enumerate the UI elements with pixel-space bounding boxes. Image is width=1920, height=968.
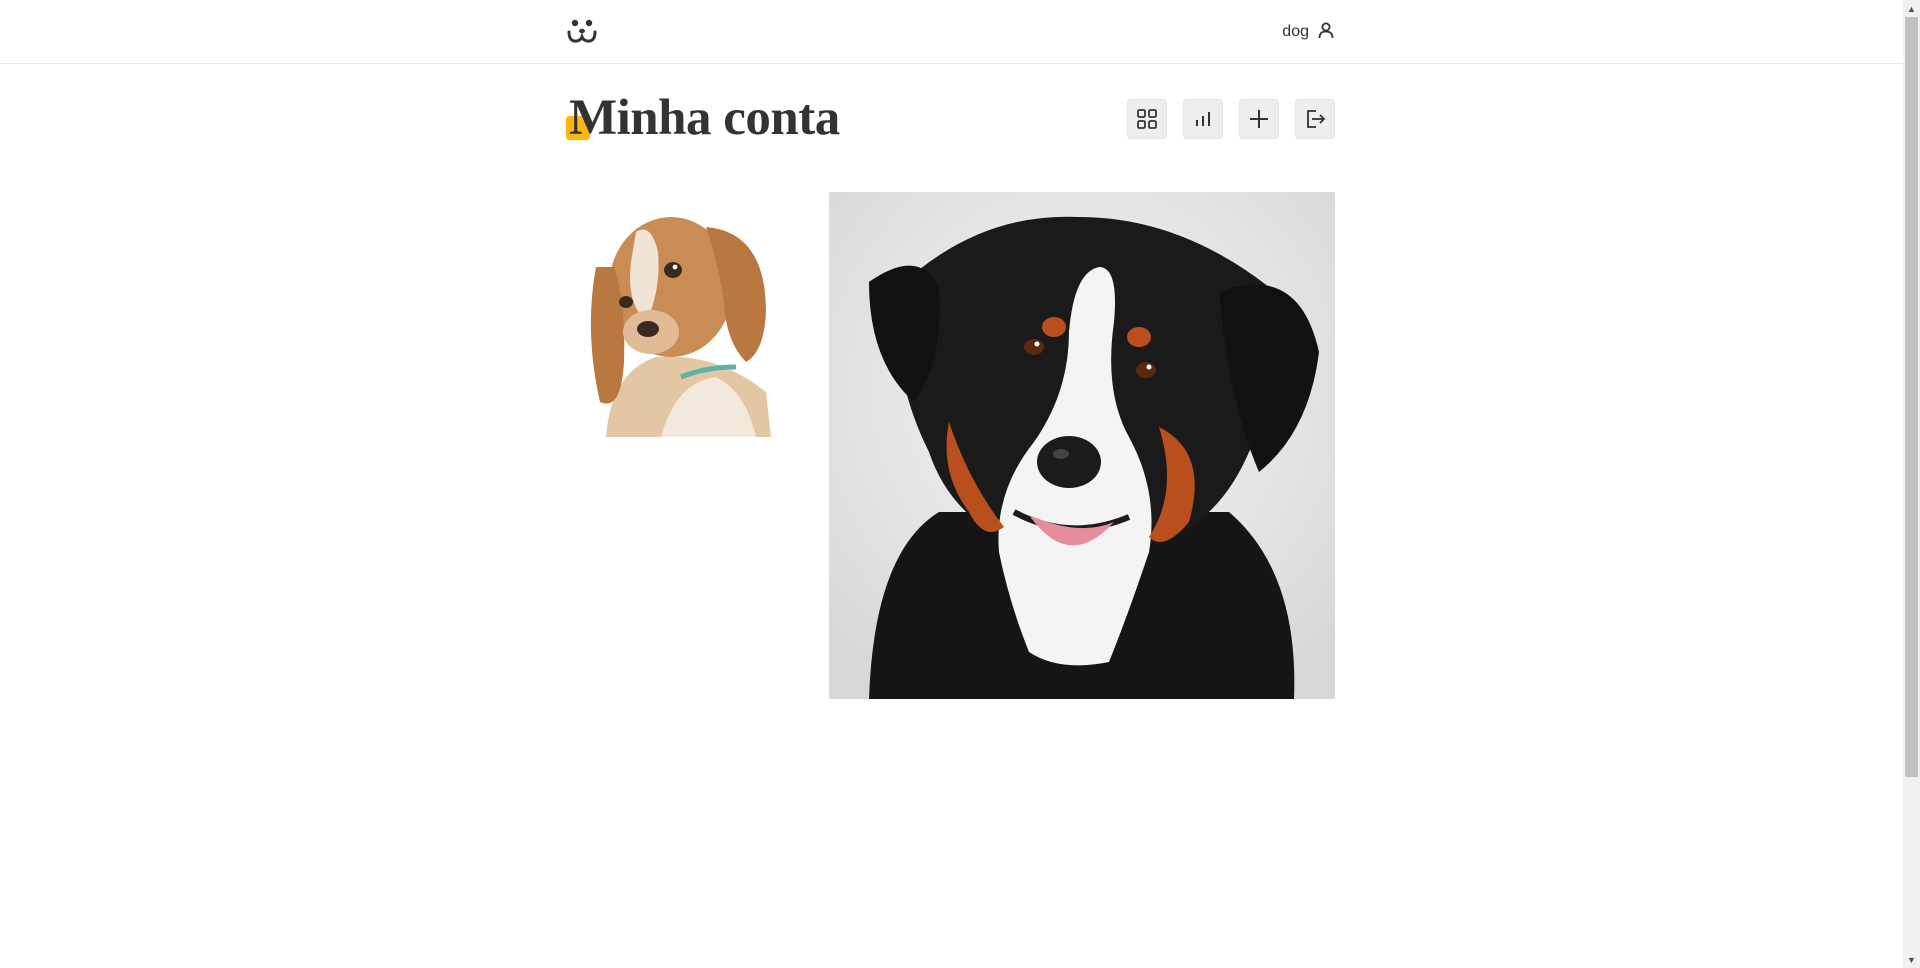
plus-icon bbox=[1250, 110, 1268, 128]
scroll-down-arrow-icon[interactable]: ▼ bbox=[1903, 951, 1920, 968]
page: dog Minha conta ▲ ▼ bbox=[0, 0, 1920, 968]
user-icon bbox=[1317, 21, 1335, 44]
logout-button[interactable] bbox=[1295, 99, 1335, 139]
add-photo-button[interactable] bbox=[1239, 99, 1279, 139]
top-header: dog bbox=[0, 0, 1903, 64]
photo-bernese-mountain-dog[interactable] bbox=[829, 192, 1335, 699]
bar-chart-icon bbox=[1196, 112, 1210, 126]
my-photos-button[interactable] bbox=[1127, 99, 1167, 139]
page-scrollbar[interactable]: ▲ ▼ bbox=[1903, 0, 1920, 968]
grid-icon bbox=[1137, 109, 1157, 129]
username-label: dog bbox=[1282, 23, 1309, 40]
logout-icon bbox=[1307, 110, 1326, 128]
page-title-block: Minha conta bbox=[566, 88, 840, 148]
scroll-up-arrow-icon[interactable]: ▲ bbox=[1903, 0, 1920, 17]
statistics-button[interactable] bbox=[1183, 99, 1223, 139]
page-title: Minha conta bbox=[569, 90, 840, 146]
scroll-thumb[interactable] bbox=[1905, 17, 1918, 777]
user-account-link[interactable]: dog bbox=[1282, 20, 1335, 44]
dog-face-logo-icon[interactable] bbox=[566, 16, 598, 46]
photo-beagle-puppy[interactable] bbox=[566, 192, 779, 437]
account-actions bbox=[1127, 99, 1335, 139]
